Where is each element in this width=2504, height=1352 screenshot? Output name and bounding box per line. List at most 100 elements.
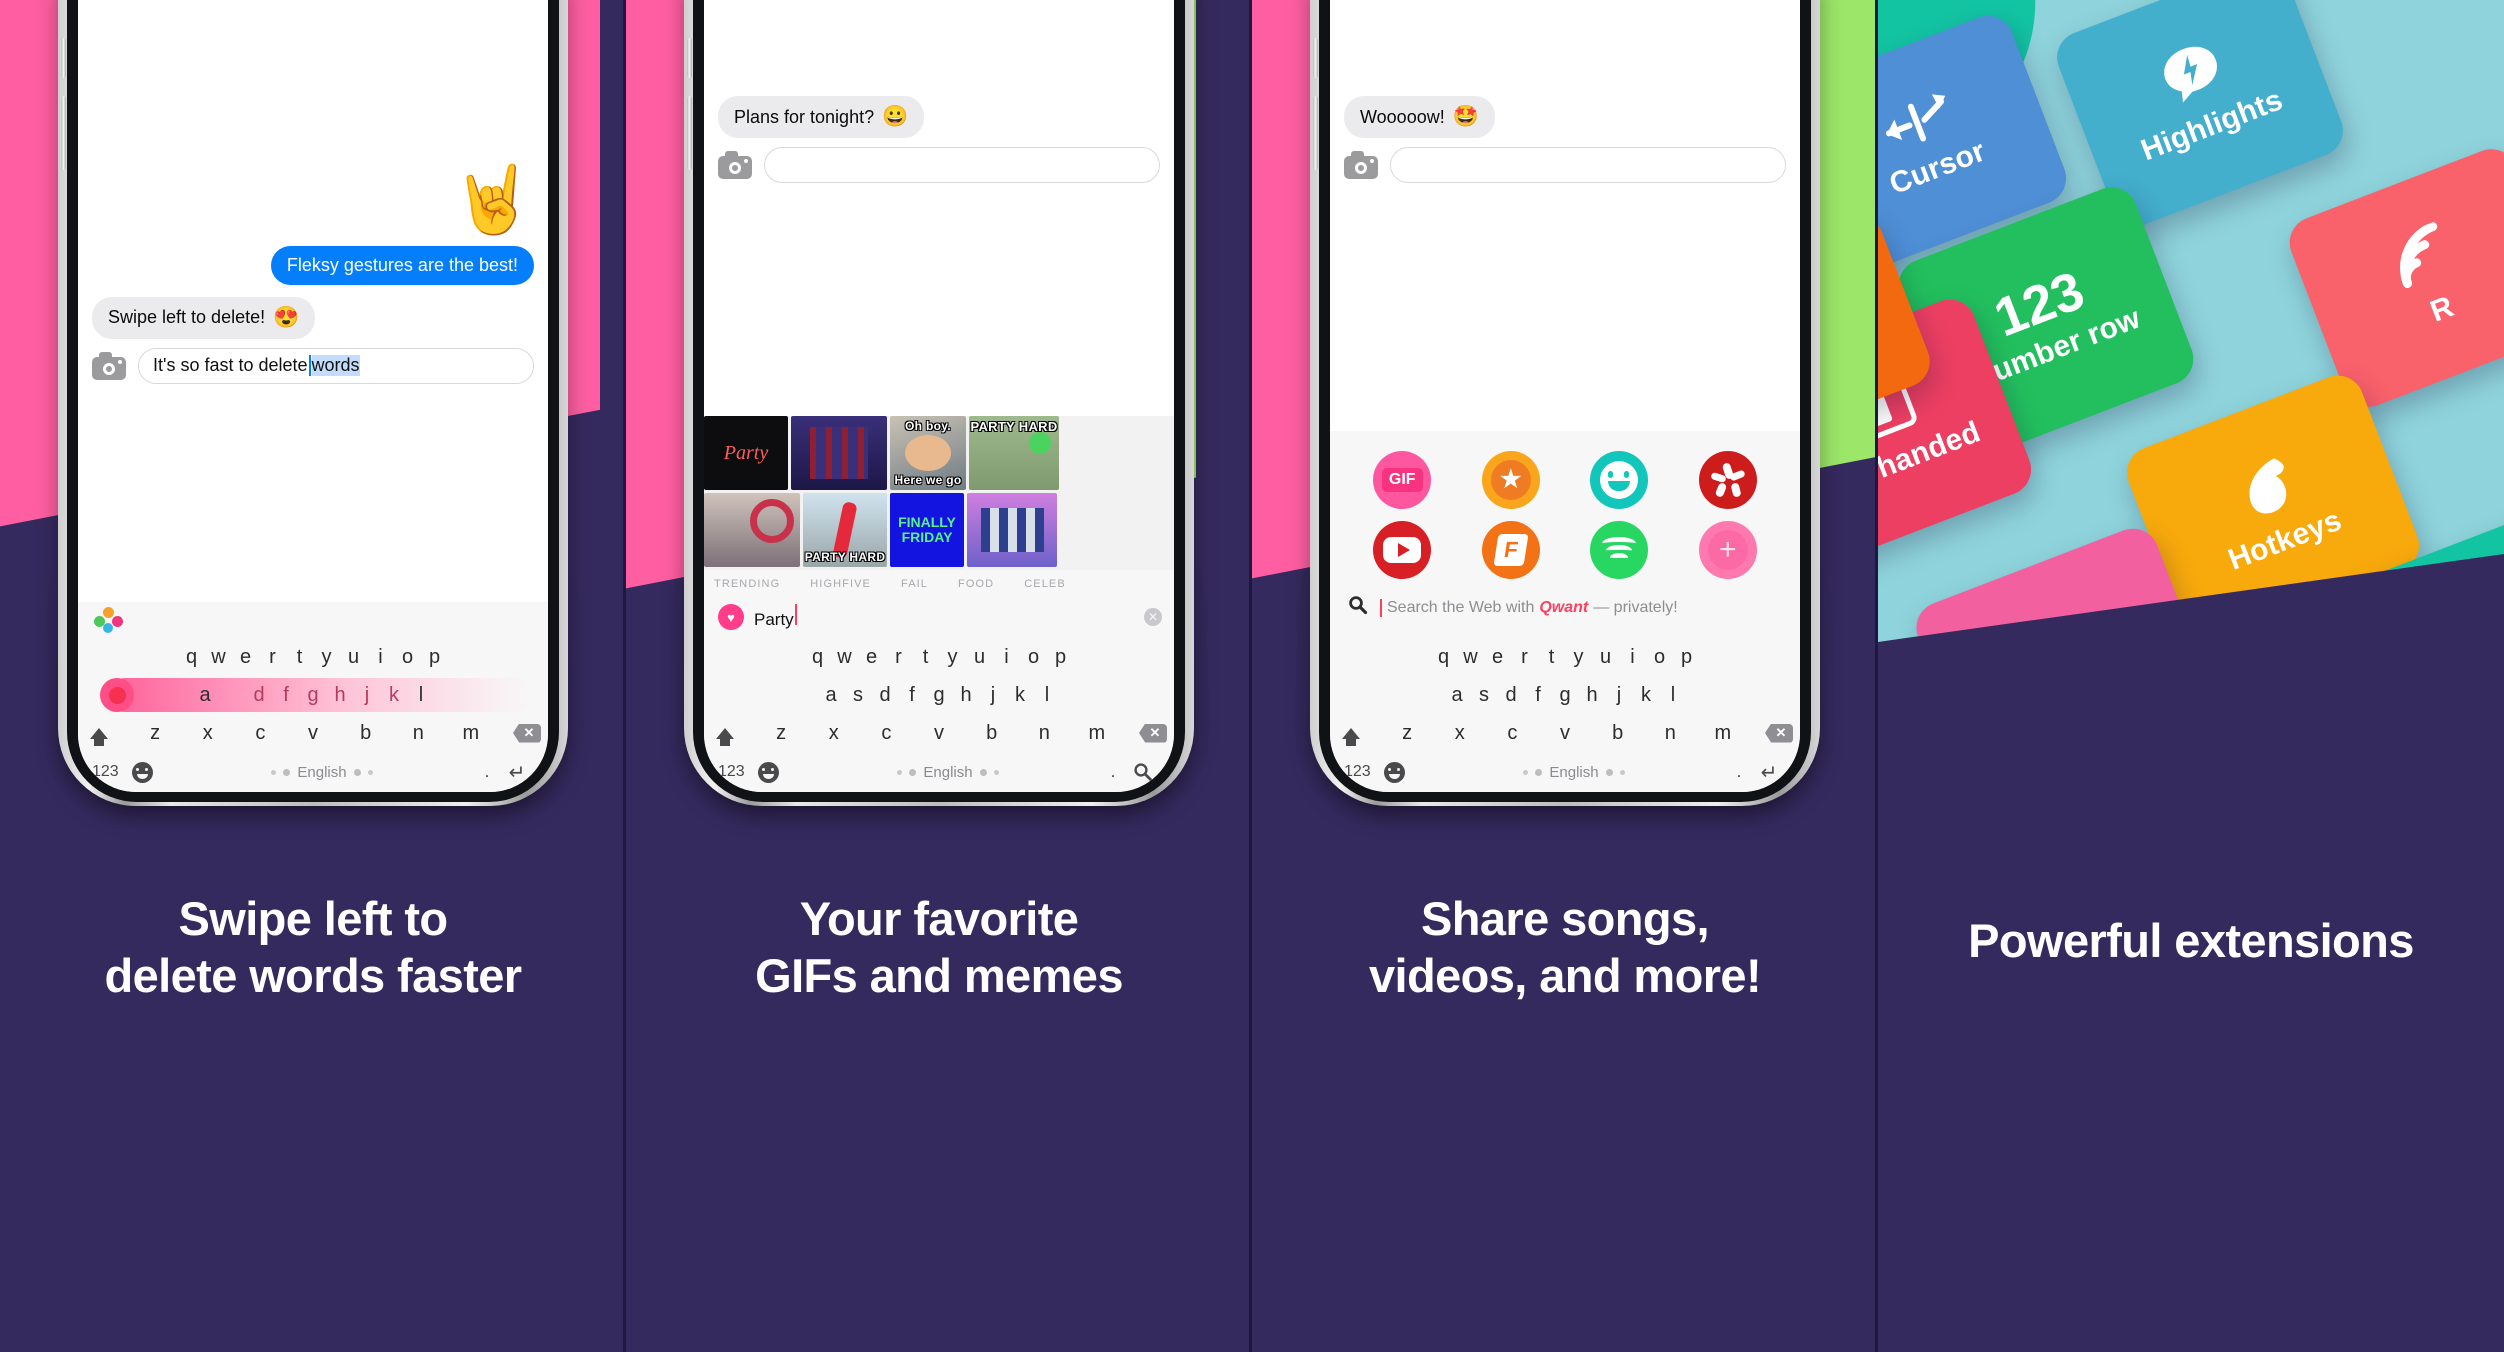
- key-x[interactable]: x: [1446, 722, 1473, 745]
- stickers-extension[interactable]: ★: [1481, 451, 1540, 509]
- message-bubble-incoming[interactable]: Wooooow! 🤩: [1344, 96, 1495, 139]
- key-b[interactable]: b: [352, 722, 379, 745]
- gif-thumb[interactable]: [967, 493, 1057, 567]
- key-k[interactable]: k: [1633, 684, 1660, 707]
- key-r[interactable]: r: [1511, 646, 1538, 669]
- message-bubble-outgoing[interactable]: Fleksy gestures are the best!: [270, 246, 534, 285]
- key-q[interactable]: q: [178, 646, 205, 669]
- numbers-key[interactable]: 123: [92, 763, 132, 781]
- emoji-icon[interactable]: [1384, 761, 1422, 783]
- youtube-extension[interactable]: [1373, 521, 1432, 579]
- key-w[interactable]: w: [205, 646, 232, 669]
- message-input[interactable]: It's so fast to delete words: [138, 347, 534, 384]
- message-bubble-incoming[interactable]: Plans for tonight? 😀: [718, 96, 925, 139]
- backspace-icon[interactable]: ✕: [1762, 723, 1796, 743]
- key-z[interactable]: z: [768, 722, 795, 745]
- key-m[interactable]: m: [1083, 722, 1110, 745]
- key-f[interactable]: f: [899, 684, 926, 707]
- key-m[interactable]: m: [457, 722, 484, 745]
- message-input[interactable]: [1390, 147, 1786, 184]
- key-i[interactable]: i: [367, 646, 394, 669]
- camera-icon[interactable]: [92, 351, 126, 380]
- add-extension[interactable]: +: [1698, 521, 1757, 579]
- key-l[interactable]: l: [1660, 684, 1687, 707]
- gif-thumb[interactable]: FINALLY FRIDAY: [890, 493, 964, 567]
- key-k[interactable]: k: [381, 684, 408, 707]
- key-r[interactable]: r: [885, 646, 912, 669]
- key-q[interactable]: q: [1430, 646, 1457, 669]
- space-bar[interactable]: English: [1422, 764, 1726, 781]
- key-r[interactable]: r: [259, 646, 286, 669]
- key-y[interactable]: y: [939, 646, 966, 669]
- key-d[interactable]: d: [872, 684, 899, 707]
- key-e[interactable]: e: [232, 646, 259, 669]
- key-j[interactable]: j: [980, 684, 1007, 707]
- key-k[interactable]: k: [1007, 684, 1034, 707]
- key-x[interactable]: x: [194, 722, 221, 745]
- key-i[interactable]: i: [1619, 646, 1646, 669]
- message-bubble-incoming[interactable]: Swipe left to delete! 😍: [92, 296, 316, 339]
- gif-thumb[interactable]: Party: [704, 416, 788, 490]
- gif-thumb[interactable]: [704, 493, 800, 567]
- gif-search-query[interactable]: Party: [754, 604, 1134, 630]
- shift-icon[interactable]: [82, 727, 116, 746]
- key-a[interactable]: a: [192, 684, 219, 707]
- shift-icon[interactable]: [1334, 727, 1368, 746]
- key-i[interactable]: i: [993, 646, 1020, 669]
- key-v[interactable]: v: [300, 722, 327, 745]
- key-y[interactable]: y: [1565, 646, 1592, 669]
- period-key[interactable]: .: [1100, 762, 1126, 782]
- key-a[interactable]: a: [818, 684, 845, 707]
- key-o[interactable]: o: [1646, 646, 1673, 669]
- key-t[interactable]: t: [1538, 646, 1565, 669]
- key-v[interactable]: v: [1552, 722, 1579, 745]
- key-w[interactable]: w: [1457, 646, 1484, 669]
- key-q[interactable]: q: [804, 646, 831, 669]
- key-c[interactable]: c: [1499, 722, 1526, 745]
- spotify-extension[interactable]: [1590, 521, 1649, 579]
- backspace-icon[interactable]: ✕: [510, 723, 544, 743]
- volume-up-button[interactable]: [61, 96, 66, 170]
- key-e[interactable]: e: [858, 646, 885, 669]
- key-m[interactable]: m: [1709, 722, 1736, 745]
- key-t[interactable]: t: [286, 646, 313, 669]
- volume-button[interactable]: [687, 38, 692, 78]
- tab-highfive[interactable]: HIGHFIVE: [810, 578, 901, 590]
- gif-extension[interactable]: GIF: [1373, 451, 1432, 509]
- key-l[interactable]: l: [408, 684, 435, 707]
- volume-up-button[interactable]: [1313, 96, 1318, 170]
- gif-thumb[interactable]: Oh boy. Here we go: [890, 416, 966, 490]
- web-search-row[interactable]: Search the Web with Qwant — privately!: [1330, 585, 1800, 632]
- tab-celeb[interactable]: CELEB: [1024, 578, 1096, 590]
- volume-button[interactable]: [1313, 38, 1318, 78]
- key-f[interactable]: f: [273, 684, 300, 707]
- key-j[interactable]: j: [1606, 684, 1633, 707]
- camera-icon[interactable]: [1344, 151, 1378, 180]
- emoji-extension[interactable]: [1590, 451, 1649, 509]
- key-g[interactable]: g: [926, 684, 953, 707]
- key-a[interactable]: a: [1444, 684, 1471, 707]
- key-h[interactable]: h: [327, 684, 354, 707]
- key-p[interactable]: p: [421, 646, 448, 669]
- swipe-gesture-knob[interactable]: [100, 678, 134, 712]
- camera-icon[interactable]: [718, 151, 752, 180]
- key-o[interactable]: o: [394, 646, 421, 669]
- key-y[interactable]: y: [313, 646, 340, 669]
- key-u[interactable]: u: [966, 646, 993, 669]
- return-icon[interactable]: ↵: [500, 760, 534, 785]
- key-z[interactable]: z: [142, 722, 169, 745]
- emoji-icon[interactable]: [758, 761, 796, 783]
- key-c[interactable]: c: [247, 722, 274, 745]
- period-key[interactable]: .: [474, 762, 500, 782]
- key-g[interactable]: g: [300, 684, 327, 707]
- volume-button[interactable]: [61, 38, 66, 78]
- gif-thumb[interactable]: [791, 416, 887, 490]
- key-b[interactable]: b: [1604, 722, 1631, 745]
- key-s[interactable]: s: [845, 684, 872, 707]
- space-bar[interactable]: English: [170, 764, 474, 781]
- heart-icon[interactable]: ♥: [718, 604, 744, 630]
- yelp-extension[interactable]: [1698, 451, 1757, 509]
- gif-thumb[interactable]: PARTY HARD: [969, 416, 1059, 490]
- backspace-icon[interactable]: ✕: [1136, 723, 1170, 743]
- key-t[interactable]: t: [912, 646, 939, 669]
